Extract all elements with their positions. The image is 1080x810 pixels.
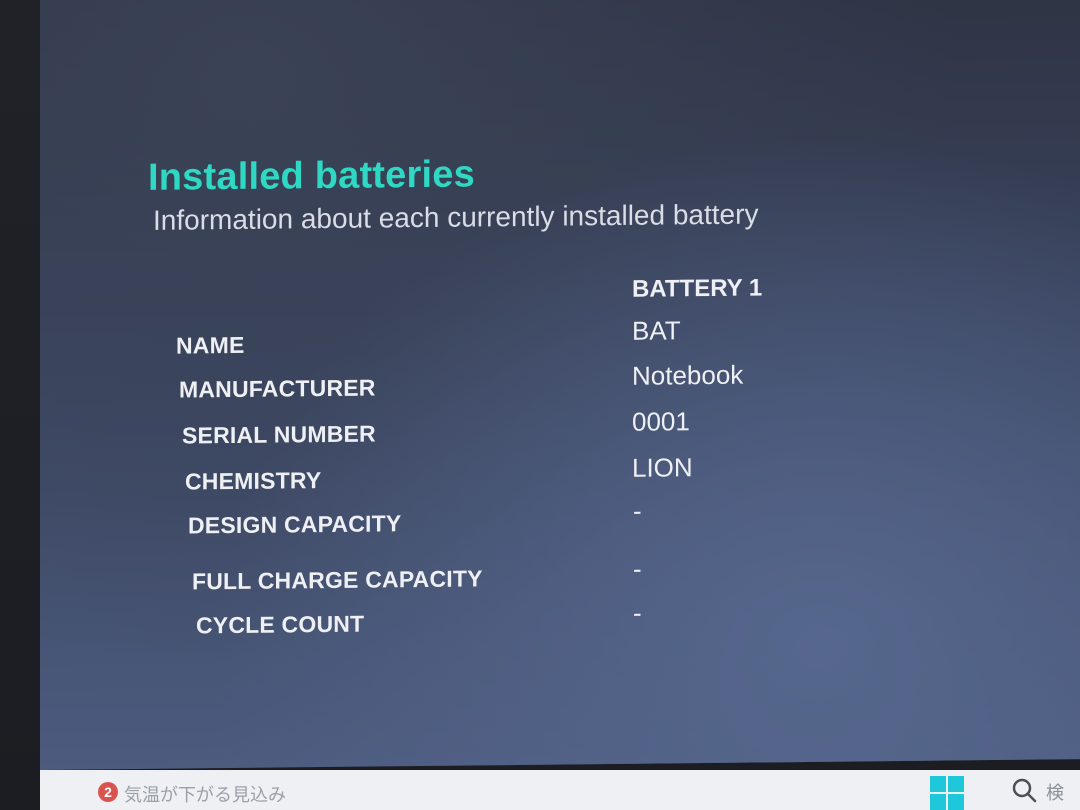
value-cycle-count: -: [633, 597, 642, 628]
page-subtitle: Information about each currently install…: [153, 198, 759, 236]
label-serial-number: SERIAL NUMBER: [182, 420, 376, 449]
label-full-charge-capacity: FULL CHARGE CAPACITY: [192, 565, 483, 595]
battery-column-header: BATTERY 1: [632, 274, 763, 303]
label-cycle-count: CYCLE COUNT: [196, 610, 365, 639]
value-chemistry: LION: [632, 452, 693, 483]
label-chemistry: CHEMISTRY: [185, 467, 322, 495]
value-name: BAT: [632, 315, 681, 346]
battery-report-page: Installed batteries Information about ea…: [40, 0, 1080, 770]
notification-badge[interactable]: 2: [98, 782, 118, 802]
weather-widget-text[interactable]: 気温が下がる見込み: [124, 781, 286, 807]
search-icon[interactable]: [1010, 776, 1038, 804]
taskbar: 2 気温が下がる見込み 検: [40, 770, 1080, 810]
value-serial-number: 0001: [632, 406, 690, 437]
label-manufacturer: MANUFACTURER: [179, 374, 376, 403]
windows-start-icon[interactable]: [930, 776, 964, 810]
value-design-capacity: -: [633, 495, 642, 526]
label-name: NAME: [176, 331, 245, 359]
label-design-capacity: DESIGN CAPACITY: [188, 510, 402, 539]
value-manufacturer: Notebook: [632, 359, 744, 391]
page-title: Installed batteries: [148, 153, 475, 199]
search-box-text[interactable]: 検: [1046, 779, 1064, 805]
value-full-charge-capacity: -: [633, 553, 642, 584]
